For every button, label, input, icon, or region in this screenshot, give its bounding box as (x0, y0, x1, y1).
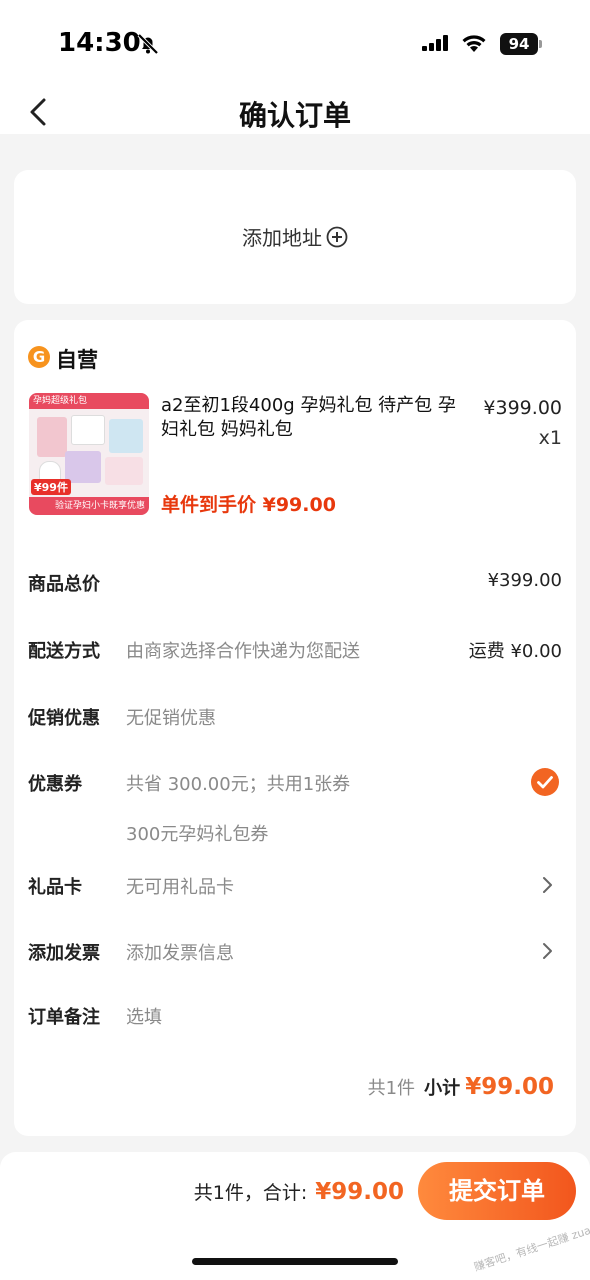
product-title[interactable]: a2至初1段400g 孕妈礼包 待产包 孕妇礼包 妈妈礼包 (161, 394, 461, 442)
status-bar: 14:30 94 (0, 0, 590, 88)
product-pack-graphic (71, 415, 105, 445)
unit-price: 单件到手价 ¥99.00 (161, 494, 336, 516)
gift-card-label: 礼品卡 (28, 877, 82, 898)
order-note-input[interactable]: 选填 (126, 1003, 162, 1029)
promotion-label: 促销优惠 (28, 708, 100, 729)
add-address-label: 添加地址 (242, 226, 322, 250)
submit-order-button[interactable]: 提交订单 (418, 1162, 576, 1220)
battery-indicator: 94 (500, 33, 538, 55)
total-goods-label: 商品总价 (28, 574, 100, 595)
subtotal-label: 小计 (424, 1078, 461, 1099)
product-pack-graphic (37, 417, 67, 457)
invoice-label: 添加发票 (28, 943, 100, 964)
product-image-price-tag: ¥99件 (31, 479, 71, 495)
shipping-fee: 运费 ¥0.00 (468, 641, 562, 662)
home-indicator (192, 1258, 398, 1265)
product-quantity: x1 (538, 427, 562, 449)
page-title: 确认订单 (238, 99, 351, 132)
bell-muted-icon (137, 33, 159, 55)
nav-bar: 确认订单 (0, 88, 590, 134)
product-pack-graphic (109, 419, 143, 453)
status-time: 14:30 (58, 28, 141, 58)
check-circle-icon[interactable] (530, 767, 560, 797)
product-pack-graphic (65, 451, 101, 483)
plus-circle-icon (326, 226, 348, 248)
total-goods-value: ¥399.00 (487, 570, 562, 591)
shop-name: 自营 (56, 348, 98, 372)
shop-logo-icon: G (28, 346, 50, 368)
wifi-icon (462, 35, 486, 52)
delivery-value: 由商家选择合作快递为您配送 (126, 641, 360, 662)
gift-card-value[interactable]: 无可用礼品卡 (126, 873, 234, 899)
coupon-detail[interactable]: 300元孕妈礼包券 (126, 820, 268, 846)
promotion-value: 无促销优惠 (126, 708, 216, 729)
order-card: G 自营 孕妈超级礼包 ¥99件 验证孕妇小卡既享优惠 a2至初1段400g 孕… (14, 320, 576, 1136)
subtotal-amount: ¥99.00 (465, 1074, 554, 1100)
subtotal: 共1件 小计 ¥99.00 (368, 1074, 554, 1100)
product-image[interactable]: 孕妈超级礼包 ¥99件 验证孕妇小卡既享优惠 (29, 393, 149, 515)
chevron-right-icon[interactable] (542, 942, 554, 960)
product-image-banner: 孕妈超级礼包 (29, 393, 149, 409)
subtotal-count: 共1件 (367, 1078, 416, 1099)
coupon-label: 优惠券 (28, 774, 82, 795)
product-image-strip: 验证孕妇小卡既享优惠 (29, 497, 149, 515)
signal-icon (422, 35, 448, 51)
product-pack-graphic (105, 457, 143, 485)
back-arrow-icon[interactable] (24, 96, 52, 128)
order-total-amount: ¥99.00 (315, 1179, 404, 1205)
address-card[interactable]: 添加地址 (14, 170, 576, 304)
order-note-label: 订单备注 (28, 1007, 100, 1028)
chevron-right-icon[interactable] (542, 876, 554, 894)
order-total: 共1件，合计: ¥99.00 (194, 1178, 404, 1205)
add-address-button[interactable]: 添加地址 (14, 222, 576, 251)
battery-tip (539, 40, 542, 48)
order-total-label: 共1件，合计: (193, 1182, 308, 1204)
delivery-label: 配送方式 (28, 641, 100, 662)
invoice-value[interactable]: 添加发票信息 (126, 939, 234, 965)
coupon-summary[interactable]: 共省 300.00元；共用1张券 (126, 770, 350, 796)
bottom-action-bar: 共1件，合计: ¥99.00 提交订单 赚客吧，有线一起赚 zuanke8.com (0, 1152, 590, 1280)
product-price: ¥399.00 (483, 397, 562, 419)
